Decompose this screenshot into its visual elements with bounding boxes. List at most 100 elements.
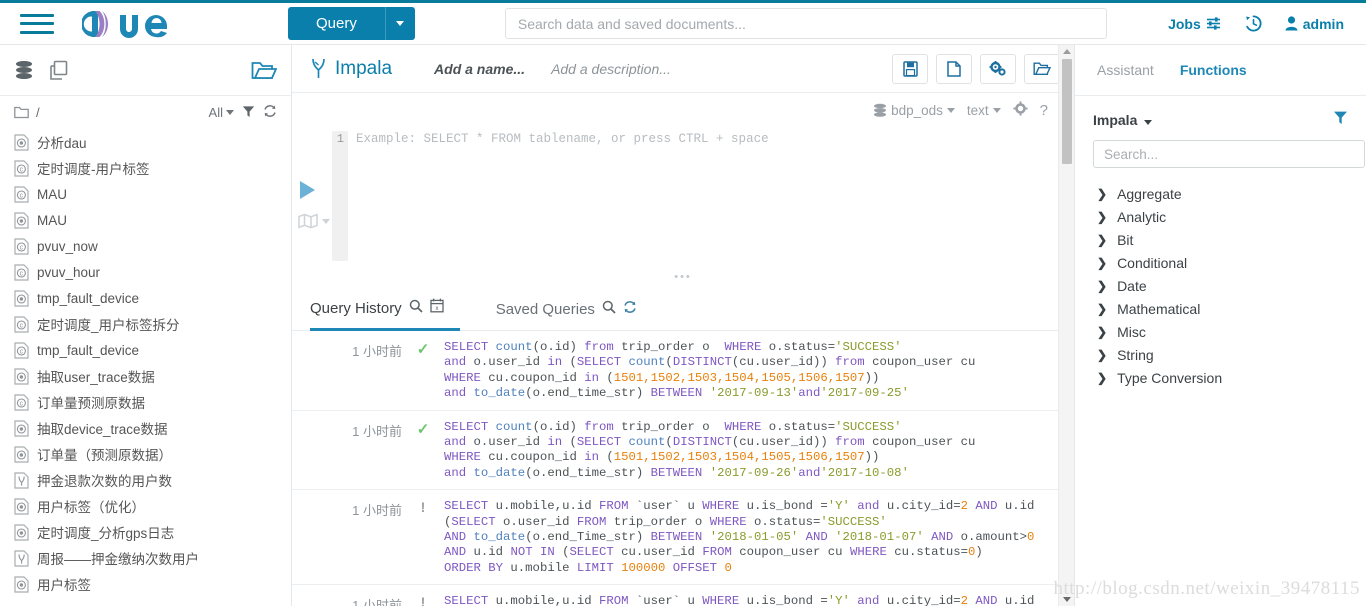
database-icon <box>874 103 887 117</box>
query-history-sql[interactable]: SELECT u.mobile,u.id FROM `user` u WHERE… <box>444 594 1074 606</box>
document-list-item[interactable]: 定时调度_分析gps日志 <box>0 519 291 545</box>
query-history-sql[interactable]: SELECT count(o.id) from trip_order o WHE… <box>444 420 1074 482</box>
database-selector[interactable]: bdp_ods <box>873 103 955 118</box>
function-category-item[interactable]: ❯ Misc <box>1097 320 1366 343</box>
dialect-selector[interactable]: Impala <box>1093 112 1153 128</box>
document-list-item[interactable]: tmp_fault_device <box>0 285 291 311</box>
editor-context-row: bdp_ods text ? <box>873 101 1048 119</box>
panel-resize-handle[interactable]: ••• <box>292 272 1074 285</box>
sql-code-area[interactable]: 1 Example: SELECT * FROM tablename, or p… <box>332 131 1060 261</box>
exclamation-icon: ! <box>420 594 426 606</box>
chevron-right-icon: ❯ <box>1097 209 1108 224</box>
hamburger-menu-icon[interactable] <box>20 11 54 37</box>
query-button[interactable]: Query <box>288 7 385 40</box>
settings-button[interactable] <box>980 53 1016 84</box>
query-history-sql[interactable]: SELECT u.mobile,u.id FROM `user` u WHERE… <box>444 499 1074 576</box>
refresh-icon[interactable] <box>263 104 277 121</box>
center-scrollbar[interactable] <box>1058 45 1074 606</box>
user-menu[interactable]: admin <box>1285 16 1344 32</box>
document-description-field[interactable]: Add a description... <box>551 61 671 77</box>
document-name-field[interactable]: Add a name... <box>434 61 525 77</box>
function-category-item[interactable]: ❯ Bit <box>1097 228 1366 251</box>
function-category-item[interactable]: ❯ Conditional <box>1097 251 1366 274</box>
tab-query-history-label: Query History <box>310 299 402 317</box>
impala-doc-icon <box>14 523 29 541</box>
sql-code-placeholder: Example: SELECT * FROM tablename, or pre… <box>356 132 769 146</box>
document-list-item[interactable]: 用户标签 <box>0 571 291 597</box>
user-label: admin <box>1302 15 1344 32</box>
history-clock-icon <box>1245 15 1262 32</box>
scrollbar-thumb[interactable] <box>1062 59 1072 164</box>
document-list-item[interactable]: c 定时调度-用户标签 <box>0 155 291 181</box>
sliders-icon <box>1206 17 1220 30</box>
play-triangle-icon[interactable] <box>300 181 315 199</box>
document-list-item[interactable]: 订单量（预测原数据） <box>0 441 291 467</box>
hue-logo[interactable] <box>82 1 220 46</box>
document-list-item[interactable]: c pvuv_hour <box>0 259 291 285</box>
document-list-item-label: 订单量预测原数据 <box>37 396 145 411</box>
global-search-input[interactable] <box>504 8 1107 39</box>
document-list-item-label: 抽取device_trace数据 <box>37 422 168 437</box>
database-icon[interactable] <box>14 60 34 81</box>
function-search-input[interactable] <box>1093 140 1365 168</box>
document-list-item[interactable]: 抽取device_trace数据 <box>0 415 291 441</box>
funnel-icon[interactable] <box>242 105 255 121</box>
map-icon[interactable] <box>298 213 330 229</box>
document-list-item[interactable]: 用户标签（优化） <box>0 493 291 519</box>
document-list-item[interactable]: 抽取user_trace数据 <box>0 363 291 389</box>
document-list-item[interactable]: 分析dau <box>0 129 291 155</box>
hive-doc-icon: c <box>14 263 29 281</box>
refresh-icon[interactable] <box>623 300 637 319</box>
document-list-item[interactable]: MAU <box>0 207 291 233</box>
editor-settings-button[interactable] <box>1013 101 1028 119</box>
document-list-item[interactable]: c 定时调度_用户标签拆分 <box>0 311 291 337</box>
tab-functions[interactable]: Functions <box>1180 62 1247 78</box>
result-format-selector[interactable]: text <box>967 103 1001 118</box>
open-document-button[interactable] <box>1024 53 1060 84</box>
tab-saved-queries[interactable]: Saved Queries <box>496 289 653 331</box>
job-history-button[interactable] <box>1244 14 1263 33</box>
database-label: bdp_ods <box>891 102 943 118</box>
query-history-row[interactable]: 1 小时前 ✓ SELECT count(o.id) from trip_order… <box>292 331 1074 411</box>
document-type-filter[interactable]: All <box>209 105 234 120</box>
tab-query-history[interactable]: Query History x <box>310 289 460 331</box>
jobs-menu[interactable]: Jobs <box>1168 16 1222 32</box>
editor-header: Impala Add a name... Add a description..… <box>292 45 1074 93</box>
function-category-item[interactable]: ❯ Aggregate <box>1097 182 1366 205</box>
scroll-down-arrow-icon[interactable] <box>1063 597 1071 602</box>
new-document-button[interactable] <box>936 53 972 84</box>
document-list-item[interactable]: c pvuv_now <box>0 233 291 259</box>
save-button[interactable] <box>892 53 928 84</box>
top-navigation-bar: Query Jobs <box>0 0 1366 45</box>
main-body: / All 分析dau c 定时调度-用户标签 c MAU MAU c pvuv… <box>0 45 1366 606</box>
query-history-sql[interactable]: SELECT count(o.id) from trip_order o WHE… <box>444 340 1074 402</box>
document-list-item-label: MAU <box>37 186 67 202</box>
document-list-item[interactable]: c MAU <box>0 181 291 207</box>
function-category-item[interactable]: ❯ Date <box>1097 274 1366 297</box>
function-category-item[interactable]: ❯ Type Conversion <box>1097 366 1366 389</box>
editor-column: Impala Add a name... Add a description..… <box>292 45 1074 606</box>
document-list-item[interactable]: 周报——押金缴纳次数用户 <box>0 545 291 571</box>
documents-icon[interactable] <box>48 60 69 81</box>
document-list-item-label: 用户标签（优化） <box>37 500 145 515</box>
function-category-item[interactable]: ❯ String <box>1097 343 1366 366</box>
calendar-x-icon[interactable]: x <box>430 298 444 318</box>
engine-selector[interactable]: Impala <box>310 57 392 80</box>
document-list-item[interactable]: 押金退款次数的用户数 <box>0 467 291 493</box>
query-history-row[interactable]: 1 小时前 ✓ SELECT count(o.id) from trip_order… <box>292 411 1074 491</box>
question-mark-icon[interactable]: ? <box>1040 102 1048 119</box>
search-icon[interactable] <box>409 299 423 318</box>
query-dropdown-button[interactable] <box>384 7 415 40</box>
search-icon[interactable] <box>602 300 616 319</box>
document-list-item[interactable]: c tmp_fault_device <box>0 337 291 363</box>
open-folder-icon[interactable] <box>251 59 277 81</box>
function-category-item[interactable]: ❯ Mathematical <box>1097 297 1366 320</box>
scroll-up-arrow-icon[interactable] <box>1063 49 1071 54</box>
function-category-item[interactable]: ❯ Analytic <box>1097 205 1366 228</box>
breadcrumb-path[interactable]: / <box>36 105 40 120</box>
query-history-row[interactable]: 1 小时前! SELECT u.mobile,u.id FROM `user` u… <box>292 490 1074 586</box>
funnel-icon[interactable] <box>1333 110 1348 130</box>
tab-assistant[interactable]: Assistant <box>1097 62 1154 78</box>
document-list-item[interactable]: c 订单量预测原数据 <box>0 389 291 415</box>
query-history-row[interactable]: 1 小时前! SELECT u.mobile,u.id FROM `user` u… <box>292 585 1074 606</box>
